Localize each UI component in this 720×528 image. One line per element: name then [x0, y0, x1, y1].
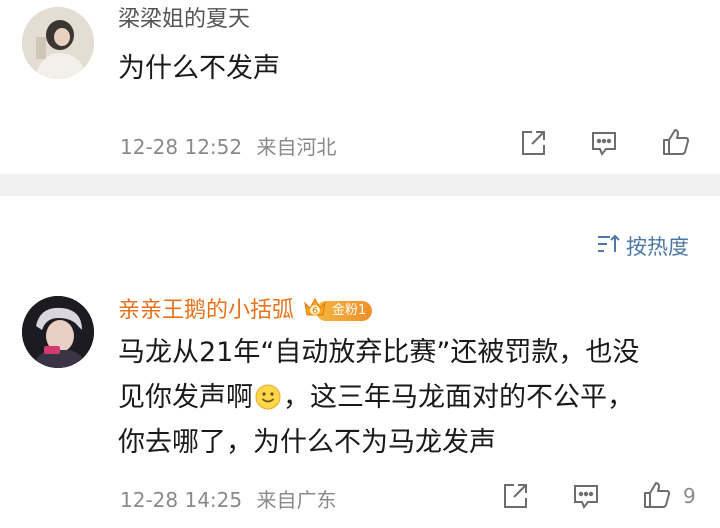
comment-time: 12-28 14:25	[120, 488, 243, 512]
crown-badge-icon: 6	[302, 295, 328, 327]
username-text: 亲亲王鹅的小括弧	[118, 298, 295, 323]
avatar[interactable]	[22, 296, 94, 368]
avatar[interactable]	[22, 7, 94, 79]
like-count: 9	[683, 484, 696, 508]
comment-time: 12-28 12:52	[120, 135, 243, 159]
comment-icon[interactable]	[571, 481, 601, 511]
section-divider	[0, 174, 720, 196]
badge-level: 6	[312, 307, 318, 317]
comment-text: 为什么不发声	[118, 53, 280, 84]
comment-line-part: 见你发声啊	[118, 382, 253, 413]
comment-line: 马龙从21年“自动放弃比赛”还被罚款，也没	[118, 337, 640, 368]
comment-meta: 12-28 14:25 来自广东	[120, 484, 336, 513]
comment-icon[interactable]	[589, 128, 619, 158]
comment-line: 你去哪了，为什么不为马龙发声	[118, 427, 496, 458]
share-icon[interactable]	[518, 128, 548, 158]
smile-emoji-icon	[255, 379, 281, 410]
comment-text: 马龙从21年“自动放弃比赛”还被罚款，也没 见你发声啊 ，这三年马龙面对的不公平…	[118, 330, 688, 465]
sort-toggle[interactable]: 按热度	[596, 232, 689, 260]
sort-icon	[596, 233, 620, 260]
comment-meta: 12-28 12:52 来自河北	[120, 131, 336, 160]
comment-location: 来自河北	[256, 135, 337, 159]
sort-label: 按热度	[626, 235, 689, 259]
username[interactable]: 亲亲王鹅的小括弧 6 金粉1	[118, 297, 373, 325]
like-icon[interactable]	[641, 479, 673, 511]
fan-badge: 6 金粉1	[302, 297, 373, 322]
like-icon[interactable]	[660, 126, 692, 158]
share-icon[interactable]	[500, 481, 530, 511]
comment-location: 来自广东	[256, 488, 337, 512]
username[interactable]: 梁梁姐的夏天	[118, 6, 250, 34]
comment-line-part: ，这三年马龙面对的不公平，	[283, 382, 634, 413]
comment-line: 见你发声啊 ，这三年马龙面对的不公平，	[118, 375, 688, 420]
